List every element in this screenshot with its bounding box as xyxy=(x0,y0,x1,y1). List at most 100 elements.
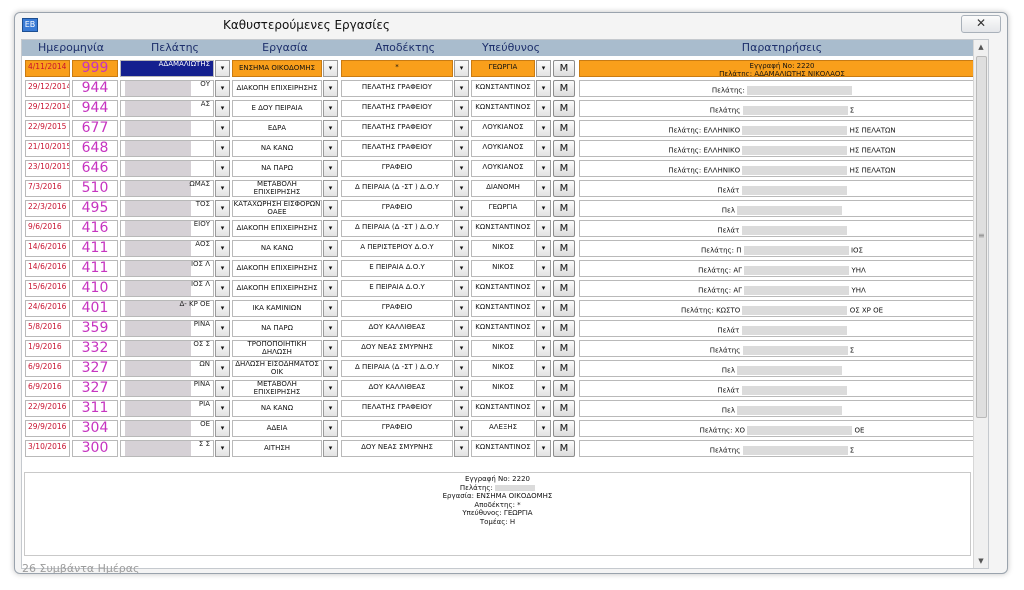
responsible-cell[interactable]: ΑΛΕΞΗΣ xyxy=(471,420,535,437)
days-overdue-cell[interactable]: 677 xyxy=(72,120,118,137)
table-row[interactable]: 14/6/2016 411 ΙΟΣ Λ ▾ ΔΙΑΚΟΠΗ ΕΠΙΧΕΙΡΗΣΗΣ ▾ Ε … xyxy=(22,259,988,279)
task-cell[interactable]: Ε ΔΟΥ ΠΕΙΡΑΙΑ xyxy=(232,100,322,117)
date-cell[interactable]: 22/9/2016 xyxy=(25,400,70,417)
scroll-thumb[interactable]: ≡ xyxy=(976,56,987,418)
task-cell[interactable]: ΜΕΤΑΒΟΛΗ ΕΠΙΧΕΙΡΗΣΗΣ xyxy=(232,180,322,197)
responsible-cell[interactable]: ΝΙΚΟΣ xyxy=(471,340,535,357)
days-overdue-cell[interactable]: 359 xyxy=(72,320,118,337)
responsible-cell[interactable]: ΛΟΥΚΙΑΝΟΣ xyxy=(471,120,535,137)
client-dropdown-icon[interactable]: ▾ xyxy=(215,380,230,397)
table-row[interactable]: 7/3/2016 510 ΩΜΑΣ ▾ ΜΕΤΑΒΟΛΗ ΕΠΙΧΕΙΡΗΣΗΣ ▾ Δ Π… xyxy=(22,179,988,199)
client-cell[interactable]: ΑΟΣ xyxy=(120,240,214,257)
days-overdue-cell[interactable]: 510 xyxy=(72,180,118,197)
task-cell[interactable]: ΝΑ ΚΑΝΩ xyxy=(232,240,322,257)
responsible-dropdown-icon[interactable]: ▾ xyxy=(536,80,551,97)
recipient-dropdown-icon[interactable]: ▾ xyxy=(454,80,469,97)
client-dropdown-icon[interactable]: ▾ xyxy=(215,360,230,377)
client-cell[interactable]: ΩΝ xyxy=(120,360,214,377)
client-cell[interactable]: ΟΣ Σ xyxy=(120,340,214,357)
task-dropdown-icon[interactable]: ▾ xyxy=(323,60,338,77)
recipient-cell[interactable]: ΔΟΥ ΚΑΛΛΙΘΕΑΣ xyxy=(341,320,453,337)
table-row[interactable]: 14/6/2016 411 ΑΟΣ ▾ ΝΑ ΚΑΝΩ ▾ Α ΠΕΡΙΣΤΕΡΙΟΥ Δ.… xyxy=(22,239,988,259)
responsible-cell[interactable]: ΓΕΩΡΓΙΑ xyxy=(471,200,535,217)
recipient-dropdown-icon[interactable]: ▾ xyxy=(454,400,469,417)
client-cell[interactable]: ΩΜΑΣ xyxy=(120,180,214,197)
client-cell[interactable]: ΑΔΑΜΑΛΙΩΤΗΣ xyxy=(120,60,214,77)
m-button[interactable]: M xyxy=(553,100,575,117)
m-button[interactable]: M xyxy=(553,240,575,257)
m-button[interactable]: M xyxy=(553,380,575,397)
recipient-dropdown-icon[interactable]: ▾ xyxy=(454,280,469,297)
recipient-cell[interactable]: ΔΟΥ ΝΕΑΣ ΣΜΥΡΝΗΣ xyxy=(341,440,453,457)
vertical-scrollbar[interactable]: ▲ ≡ ▼ xyxy=(973,40,988,568)
days-overdue-cell[interactable]: 944 xyxy=(72,100,118,117)
responsible-dropdown-icon[interactable]: ▾ xyxy=(536,380,551,397)
client-dropdown-icon[interactable]: ▾ xyxy=(215,300,230,317)
recipient-dropdown-icon[interactable]: ▾ xyxy=(454,420,469,437)
recipient-cell[interactable]: ΓΡΑΦΕΙΟ xyxy=(341,300,453,317)
days-overdue-cell[interactable]: 416 xyxy=(72,220,118,237)
client-cell[interactable] xyxy=(120,120,214,137)
notes-cell[interactable]: Πελ xyxy=(579,200,985,217)
responsible-cell[interactable]: ΚΩΝΣΤΑΝΤΙΝΟΣ xyxy=(471,300,535,317)
responsible-cell[interactable]: ΚΩΝΣΤΑΝΤΙΝΟΣ xyxy=(471,440,535,457)
recipient-dropdown-icon[interactable]: ▾ xyxy=(454,380,469,397)
header-responsible[interactable]: Υπεύθυνος xyxy=(471,41,551,54)
date-cell[interactable]: 6/9/2016 xyxy=(25,360,70,377)
table-row[interactable]: 5/8/2016 359 ΡΙΝΑ ▾ ΝΑ ΠΑΡΩ ▾ ΔΟΥ ΚΑΛΛΙΘΕΑΣ ▾ ΚΩ… xyxy=(22,319,988,339)
responsible-cell[interactable]: ΓΕΩΡΓΙΑ xyxy=(471,60,535,77)
days-overdue-cell[interactable]: 648 xyxy=(72,140,118,157)
client-dropdown-icon[interactable]: ▾ xyxy=(215,220,230,237)
table-row[interactable]: 1/9/2016 332 ΟΣ Σ ▾ ΤΡΟΠΟΠΟΙΗΤΙΚΗ ΔΗΛΩΣΗ ▾ ΔΟΥ… xyxy=(22,339,988,359)
date-cell[interactable]: 3/10/2016 xyxy=(25,440,70,457)
recipient-cell[interactable]: ΓΡΑΦΕΙΟ xyxy=(341,420,453,437)
task-cell[interactable]: ΝΑ ΠΑΡΩ xyxy=(232,320,322,337)
header-client[interactable]: Πελάτης xyxy=(120,41,230,54)
task-dropdown-icon[interactable]: ▾ xyxy=(323,160,338,177)
responsible-dropdown-icon[interactable]: ▾ xyxy=(536,340,551,357)
responsible-cell[interactable]: ΝΙΚΟΣ xyxy=(471,240,535,257)
responsible-dropdown-icon[interactable]: ▾ xyxy=(536,240,551,257)
task-dropdown-icon[interactable]: ▾ xyxy=(323,200,338,217)
client-dropdown-icon[interactable]: ▾ xyxy=(215,200,230,217)
responsible-dropdown-icon[interactable]: ▾ xyxy=(536,100,551,117)
table-row[interactable]: 29/12/2014 944 ΑΣ ▾ Ε ΔΟΥ ΠΕΙΡΑΙΑ ▾ ΠΕΛΑΤΗΣ ΓΡ… xyxy=(22,99,988,119)
responsible-dropdown-icon[interactable]: ▾ xyxy=(536,360,551,377)
date-cell[interactable]: 24/6/2016 xyxy=(25,300,70,317)
notes-cell[interactable]: Πελάτης: Π ΙΟΣ xyxy=(579,240,985,257)
client-cell[interactable]: ΡΙΝΑ xyxy=(120,320,214,337)
recipient-dropdown-icon[interactable]: ▾ xyxy=(454,140,469,157)
days-overdue-cell[interactable]: 495 xyxy=(72,200,118,217)
responsible-cell[interactable]: ΝΙΚΟΣ xyxy=(471,260,535,277)
task-dropdown-icon[interactable]: ▾ xyxy=(323,80,338,97)
responsible-cell[interactable]: ΛΟΥΚΙΑΝΟΣ xyxy=(471,160,535,177)
task-cell[interactable]: ΕΝΣΗΜΑ ΟΙΚΟΔΟΜΗΣ xyxy=(232,60,322,77)
notes-cell[interactable]: Πελάτης: ΑΓ ΥΗΛ xyxy=(579,260,985,277)
days-overdue-cell[interactable]: 300 xyxy=(72,440,118,457)
client-dropdown-icon[interactable]: ▾ xyxy=(215,120,230,137)
responsible-cell[interactable]: ΛΟΥΚΙΑΝΟΣ xyxy=(471,140,535,157)
client-cell[interactable]: ΟΥ xyxy=(120,80,214,97)
client-cell[interactable]: ΕΙΟΥ xyxy=(120,220,214,237)
date-cell[interactable]: 22/3/2016 xyxy=(25,200,70,217)
client-dropdown-icon[interactable]: ▾ xyxy=(215,340,230,357)
recipient-cell[interactable]: Ε ΠΕΙΡΑΙΑ Δ.Ο.Υ xyxy=(341,280,453,297)
task-dropdown-icon[interactable]: ▾ xyxy=(323,140,338,157)
notes-cell[interactable]: Πελάτης: ΕΛΛΗΝΙΚΟ ΗΣ ΠΕΛΑΤΩΝ xyxy=(579,140,985,157)
header-recipient[interactable]: Αποδέκτης xyxy=(341,41,469,54)
m-button[interactable]: M xyxy=(553,260,575,277)
task-cell[interactable]: ΔΙΑΚΟΠΗ ΕΠΙΧΕΙΡΗΣΗΣ xyxy=(232,220,322,237)
recipient-dropdown-icon[interactable]: ▾ xyxy=(454,120,469,137)
header-notes[interactable]: Παρατηρήσεις xyxy=(579,41,985,54)
date-cell[interactable]: 29/9/2016 xyxy=(25,420,70,437)
m-button[interactable]: M xyxy=(553,360,575,377)
notes-cell[interactable]: Πελάτης: ΧΟ ΟΕ xyxy=(579,420,985,437)
recipient-dropdown-icon[interactable]: ▾ xyxy=(454,340,469,357)
task-cell[interactable]: ΕΔΡΑ xyxy=(232,120,322,137)
recipient-cell[interactable]: * xyxy=(341,60,453,77)
recipient-dropdown-icon[interactable]: ▾ xyxy=(454,320,469,337)
scroll-down-icon[interactable]: ▼ xyxy=(974,554,988,568)
client-cell[interactable]: ΙΟΣ Λ xyxy=(120,280,214,297)
days-overdue-cell[interactable]: 332 xyxy=(72,340,118,357)
task-dropdown-icon[interactable]: ▾ xyxy=(323,100,338,117)
